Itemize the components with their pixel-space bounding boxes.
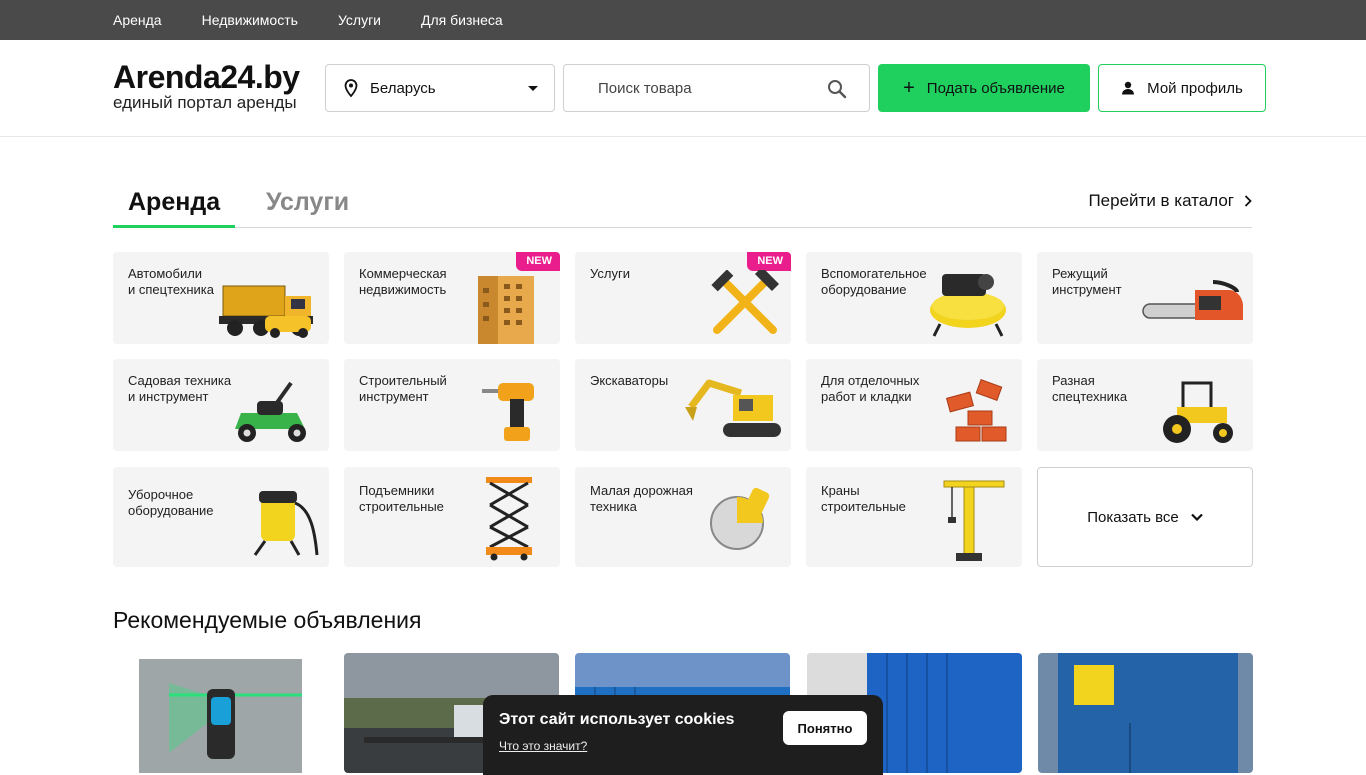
search-box [563,64,870,112]
cookie-info-link[interactable]: Что это значит? [499,739,587,753]
category-card-road[interactable]: Малая дорожная техника [575,467,791,567]
category-label: Строительный инструмент [359,373,447,404]
category-card-auxiliary[interactable]: Вспомогательное оборудование [806,252,1022,344]
lawnmower-icon [235,381,306,442]
profile-label: Мой профиль [1147,79,1243,97]
dump-truck-icon [219,285,313,338]
topnav-realty[interactable]: Недвижимость [202,12,298,28]
category-card-garden[interactable]: Садовая техника и инструмент [113,359,329,451]
building-icon [478,276,534,344]
cookie-title: Этот сайт использует cookies [499,711,735,728]
category-card-finishing[interactable]: Для отделочных работ и кладки [806,359,1022,451]
logo-title: Arenda24.by [113,59,300,95]
category-label: Коммерческая недвижимость [359,266,447,297]
category-label: Краны строительные [821,483,906,514]
listing-card[interactable] [113,653,328,773]
new-badge: NEW [516,252,560,271]
container-image [1038,653,1253,773]
category-card-commercial[interactable]: Коммерческая недвижимость NEW [344,252,560,344]
header: Arenda24.by единый портал аренды Беларус… [0,40,1366,137]
laser-level-image [113,653,328,773]
region-select[interactable]: Беларусь [325,64,555,112]
category-card-cranes[interactable]: Краны строительные [806,467,1022,567]
category-tabs: Аренда Услуги Перейти в каталог [113,183,1252,228]
crane-icon [943,480,1005,561]
tab-arenda[interactable]: Аренда [113,183,236,228]
excavator-icon [685,379,781,437]
catalog-link[interactable]: Перейти в каталог [1088,191,1252,211]
category-label: Уборочное оборудование [128,487,214,518]
logo[interactable]: Arenda24.by единый портал аренды [113,60,323,112]
cookie-banner: Этот сайт использует cookies Что это зна… [483,695,883,775]
plus-icon: + [903,77,915,99]
search-icon[interactable] [827,79,847,99]
category-card-construction-tools[interactable]: Строительный инструмент [344,359,560,451]
tools-icon [711,270,780,334]
topnav-arenda[interactable]: Аренда [113,12,162,28]
compressor-icon [930,274,1006,337]
chevron-down-icon [528,86,538,91]
tractor-icon [1163,381,1233,443]
chevron-right-icon [1244,195,1252,207]
user-icon [1122,81,1135,95]
post-ad-button[interactable]: + Подать объявление [878,64,1090,112]
category-label: Подъемники строительные [359,483,444,514]
category-label: Услуги [590,266,630,281]
top-nav: Аренда Недвижимость Услуги Для бизнеса [0,0,1366,40]
category-card-misc-machinery[interactable]: Разная спецтехника [1037,359,1253,451]
post-ad-label: Подать объявление [926,79,1065,97]
cookie-accept-button[interactable]: Понятно [783,711,867,745]
listing-card[interactable] [1038,653,1253,773]
road-saw-icon [710,487,770,550]
topnav-services[interactable]: Услуги [338,12,381,28]
category-label: Для отделочных работ и кладки [821,373,920,404]
tab-services[interactable]: Услуги [251,183,364,228]
scissor-lift-icon [486,477,532,561]
search-input[interactable] [598,65,838,111]
category-label: Малая дорожная техника [590,483,693,514]
new-badge: NEW [747,252,791,271]
category-card-cleaning[interactable]: Уборочное оборудование [113,467,329,567]
show-all-button[interactable]: Показать все [1037,467,1253,567]
chainsaw-icon [1142,280,1243,320]
show-all-label: Показать все [1087,508,1179,526]
drill-icon [482,383,534,441]
category-card-auto[interactable]: Автомобили и спецтехника [113,252,329,344]
location-pin-icon [344,79,358,97]
vacuum-icon [253,491,319,556]
recommended-title: Рекомендуемые объявления [113,607,422,633]
catalog-link-label: Перейти в каталог [1088,191,1234,210]
logo-subtitle: единый портал аренды [113,93,297,112]
category-card-lifts[interactable]: Подъемники строительные [344,467,560,567]
category-card-services[interactable]: Услуги NEW [575,252,791,344]
bricks-icon [945,379,1007,442]
region-value: Беларусь [370,79,436,97]
category-card-excavators[interactable]: Экскаваторы [575,359,791,451]
chevron-down-icon [1191,513,1203,521]
category-card-cutting[interactable]: Режущий инструмент [1037,252,1253,344]
profile-button[interactable]: Мой профиль [1098,64,1266,112]
topnav-business[interactable]: Для бизнеса [421,12,503,28]
